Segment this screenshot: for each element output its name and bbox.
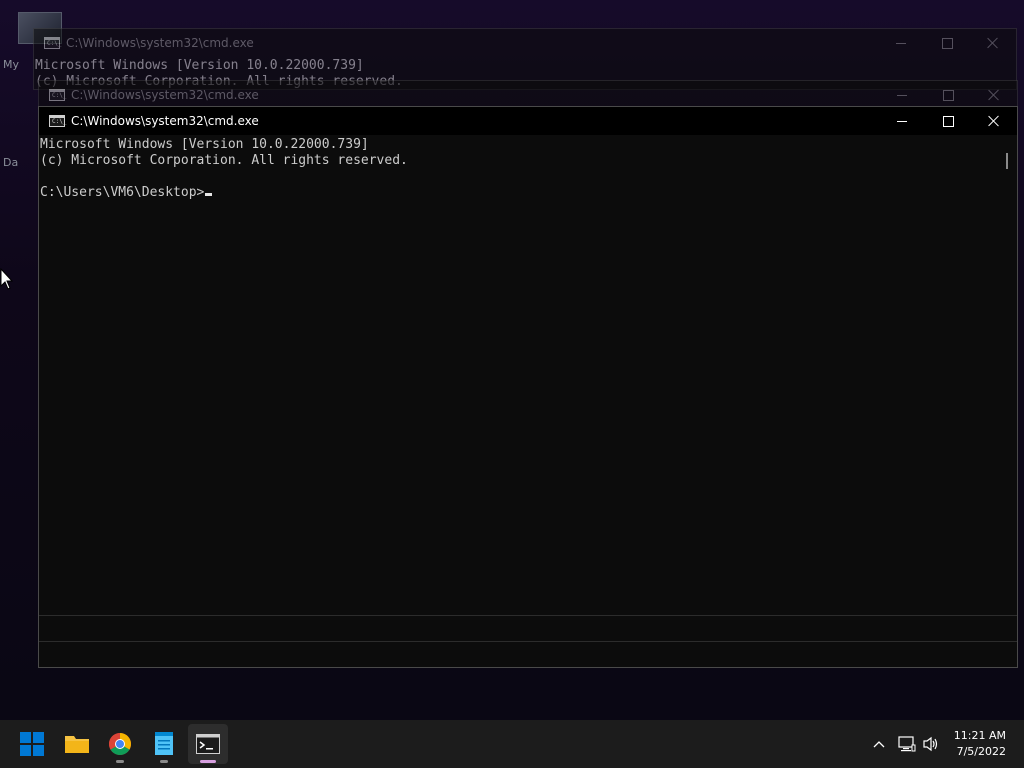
minimize-icon (897, 120, 907, 122)
window-frame-divider (39, 641, 1017, 642)
maximize-button[interactable] (925, 107, 971, 135)
window-title: C:\Windows\system32\cmd.exe (71, 114, 259, 128)
title-bar[interactable]: C:\_ C:\Windows\system32\cmd.exe (39, 81, 1017, 109)
chrome-icon (109, 733, 131, 755)
running-indicator (160, 760, 168, 763)
prompt-line[interactable]: C:\Users\VM6\Desktop> (40, 185, 408, 201)
maximize-button[interactable] (924, 29, 970, 57)
cmd-icon: C:\_ (44, 37, 61, 49)
text-cursor (205, 193, 213, 196)
minimize-icon (897, 94, 907, 96)
minimize-button[interactable] (878, 29, 924, 57)
show-hidden-icons-button[interactable] (868, 720, 890, 768)
window-title: C:\Windows\system32\cmd.exe (66, 36, 254, 50)
window-frame-divider (39, 615, 1017, 616)
taskbar-notepad[interactable] (144, 724, 184, 764)
title-bar[interactable]: C:\_ C:\Windows\system32\cmd.exe (34, 29, 1016, 57)
terminal-icon (196, 734, 220, 754)
minimize-icon (896, 42, 906, 44)
close-icon (988, 115, 1000, 127)
window-title: C:\Windows\system32\cmd.exe (71, 88, 259, 102)
close-button[interactable] (971, 107, 1017, 135)
taskbar-file-explorer[interactable] (57, 724, 97, 764)
minimize-button[interactable] (879, 107, 925, 135)
start-button[interactable] (12, 724, 52, 764)
clock-time: 11:21 AM (953, 729, 1006, 742)
folder-icon (65, 736, 89, 753)
close-icon (988, 89, 1000, 101)
volume-button[interactable] (920, 720, 942, 768)
running-indicator (116, 760, 124, 763)
maximize-button[interactable] (925, 81, 971, 109)
running-indicator (200, 760, 216, 763)
console-line: (c) Microsoft Corporation. All rights re… (40, 153, 408, 168)
title-bar[interactable]: C:\_ C:\Windows\system32\cmd.exe (39, 107, 1017, 135)
desktop-icon-label: My (3, 58, 20, 71)
scrollbar-thumb[interactable] (1006, 153, 1008, 169)
vertical-scrollbar[interactable] (1001, 135, 1015, 615)
volume-icon (923, 736, 938, 752)
system-clock[interactable]: 11:21 AM 7/5/2022 (954, 728, 1006, 760)
taskbar-command-prompt[interactable] (188, 724, 228, 764)
minimize-button[interactable] (879, 81, 925, 109)
chevron-up-icon (873, 741, 885, 748)
close-icon (987, 37, 999, 49)
close-button[interactable] (970, 29, 1016, 57)
close-button[interactable] (971, 81, 1017, 109)
cmd-icon: C:\_ (49, 89, 66, 101)
desktop-icon-label: Da (3, 156, 19, 169)
prompt-text: C:\Users\VM6\Desktop> (40, 185, 205, 200)
network-icon (898, 736, 916, 752)
console-line: Microsoft Windows [Version 10.0.22000.73… (40, 137, 369, 152)
mouse-pointer-icon (0, 268, 14, 290)
console-line: Microsoft Windows [Version 10.0.22000.73… (35, 58, 364, 73)
maximize-icon (941, 37, 953, 49)
windows-logo-icon (20, 732, 44, 756)
clock-date: 7/5/2022 (956, 745, 1006, 758)
maximize-icon (942, 89, 954, 101)
cmd-window-active[interactable]: C:\_ C:\Windows\system32\cmd.exe Microso… (38, 106, 1018, 668)
maximize-icon (942, 115, 954, 127)
console-output[interactable]: Microsoft Windows [Version 10.0.22000.73… (40, 137, 408, 201)
cmd-icon: C:\_ (49, 115, 66, 127)
network-button[interactable] (896, 720, 918, 768)
taskbar: 11:21 AM 7/5/2022 (0, 720, 1024, 768)
taskbar-chrome[interactable] (100, 724, 140, 764)
notepad-icon (155, 732, 173, 755)
